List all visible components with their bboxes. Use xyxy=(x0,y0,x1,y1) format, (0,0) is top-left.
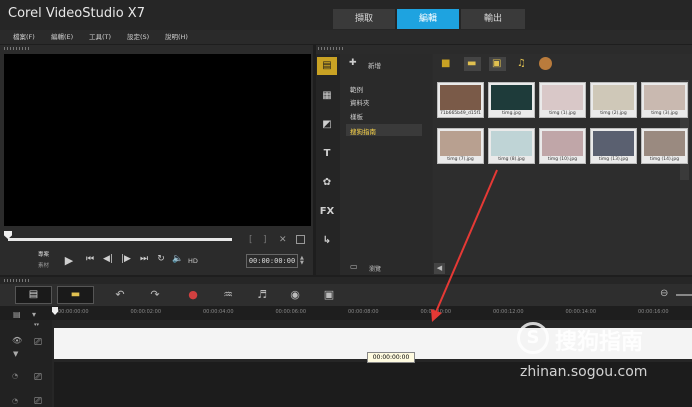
watermark-brand: 搜狗指南 xyxy=(555,330,644,355)
sogou-logo-icon: S xyxy=(517,322,549,354)
watermark-url: zhinan.sogou.com xyxy=(520,364,648,380)
